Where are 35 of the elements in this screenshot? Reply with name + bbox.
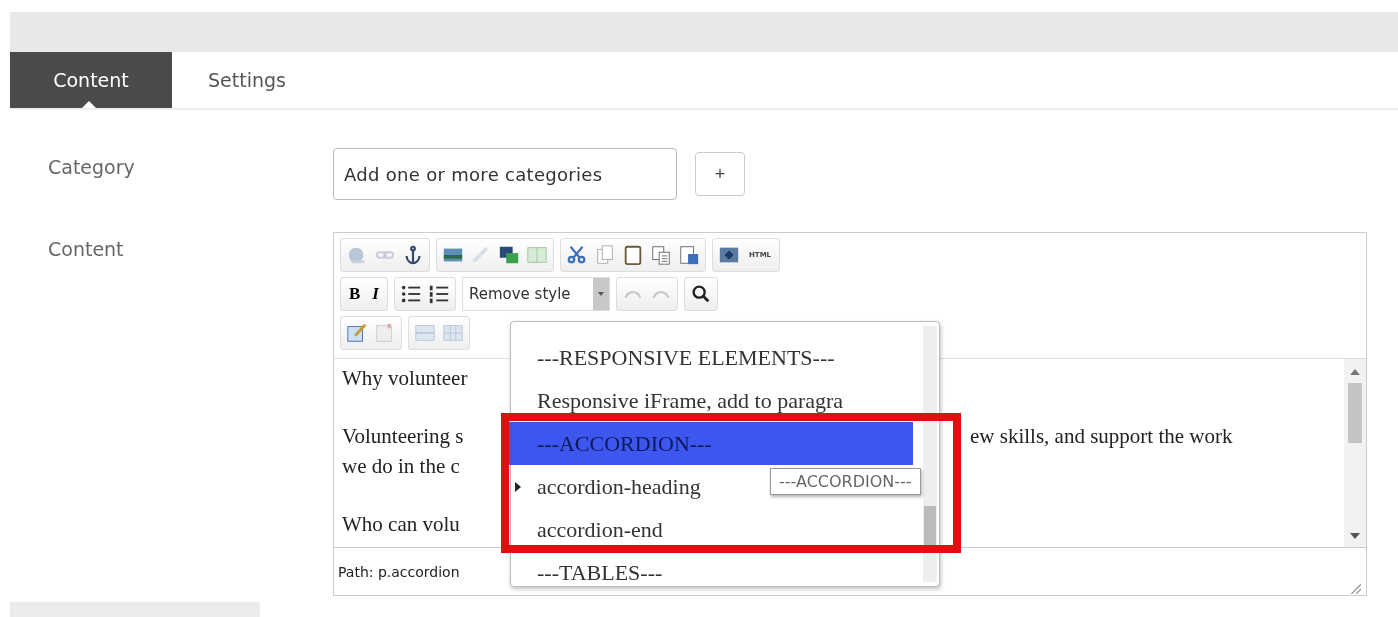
category-input-field[interactable]: Add one or more categories: [333, 148, 677, 200]
tab[interactable]: Content: [10, 52, 172, 108]
style-dropdown[interactable]: Remove style: [461, 277, 610, 311]
menu-item[interactable]: accordion-heading: [511, 465, 701, 508]
italic-button[interactable]: I: [369, 284, 382, 304]
scrollbar[interactable]: [1344, 359, 1366, 547]
field-label: Category: [47, 156, 136, 178]
edit-document-icon[interactable]: [346, 322, 368, 344]
editor-text: Who can volu: [342, 511, 460, 538]
copy-icon[interactable]: [594, 244, 616, 266]
menu-item[interactable]: ---RESPONSIVE ELEMENTS---: [511, 336, 835, 379]
numbered-list-icon[interactable]: [427, 283, 450, 305]
scroll-thumb[interactable]: [1348, 383, 1362, 443]
scrollbar[interactable]: [923, 326, 937, 582]
scroll-down-icon[interactable]: [1350, 533, 1360, 539]
add-category-button[interactable]: +: [695, 152, 745, 196]
paste-text-icon[interactable]: [650, 244, 672, 266]
menu-item[interactable]: accordion-end: [511, 508, 663, 551]
editor-text: Why volunteer: [342, 365, 468, 392]
paste-word-icon[interactable]: [678, 244, 700, 266]
scissors-icon[interactable]: [566, 244, 588, 266]
tooltip: ---ACCORDION---: [770, 468, 921, 495]
menu-item[interactable]: Responsive iFrame, add to paragra: [511, 379, 844, 422]
picture-swap-icon[interactable]: [498, 244, 520, 266]
editor-text: ew skills, and support the work: [970, 423, 1234, 450]
bold-button[interactable]: B: [346, 284, 364, 304]
field-label: Content: [47, 238, 125, 260]
editor-text: we do in the c: [342, 453, 460, 480]
bullet-list-icon[interactable]: [399, 283, 422, 305]
element-path: Path: p.accordion: [338, 563, 460, 580]
menu-item[interactable]: ---TABLES---: [511, 551, 663, 594]
scroll-up-icon[interactable]: [1350, 369, 1360, 375]
resize-grip-icon[interactable]: [1348, 581, 1362, 595]
dropdown-caret-icon[interactable]: [592, 278, 609, 310]
editor-text: Volunteering s: [342, 423, 464, 450]
